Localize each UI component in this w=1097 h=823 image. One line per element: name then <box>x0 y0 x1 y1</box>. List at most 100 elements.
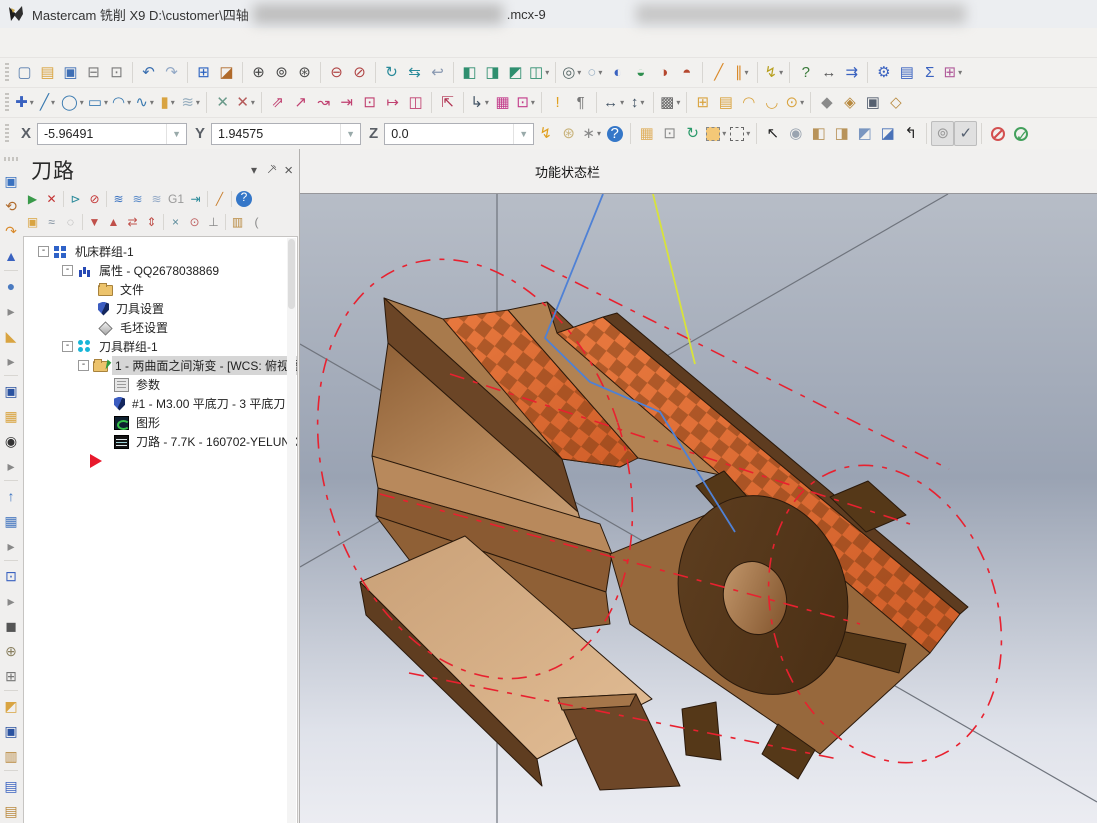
strip-book-blue-button[interactable]: ▤ <box>0 773 23 798</box>
strip-expand-3[interactable]: ▸ <box>0 453 23 478</box>
zoom-out-half-button[interactable]: ⊘ <box>348 60 371 85</box>
dim-horizontal-button[interactable]: ↔ ▾ <box>601 90 626 115</box>
pin-icon[interactable]: ⍑ <box>263 162 279 178</box>
strip-gnomon-button[interactable]: ▲ <box>0 243 23 268</box>
strip-expand-5[interactable]: ▸ <box>0 588 23 613</box>
tree-row-tool[interactable]: #1 - M3.00 平底刀 - 3 平底刀 <box>24 394 297 413</box>
select-by-tool-button[interactable]: ⊳ <box>66 188 85 209</box>
strip-expand-2[interactable]: ▸ <box>0 348 23 373</box>
create-circle-button[interactable]: ◯ ▾ <box>59 90 86 115</box>
strip-sphere-button[interactable]: ● <box>0 273 23 298</box>
view-top-button[interactable]: ◧ <box>458 60 481 85</box>
surface-swept-button[interactable]: ◡ <box>760 90 783 115</box>
z-coordinate-input[interactable]: 0.0 ▼ <box>384 123 534 145</box>
zoom-target-button[interactable]: ⊚ <box>270 60 293 85</box>
directional-array-button[interactable]: ⊡ ▾ <box>514 90 537 115</box>
accept-button[interactable]: ✓ <box>1009 121 1032 146</box>
lock-operations-button[interactable]: ▣ <box>23 211 42 232</box>
x-coordinate-input[interactable]: -5.96491 ▼ <box>37 123 187 145</box>
tree-row-toolpath-file[interactable]: 刀路 - 7.7K - 160702-YELUNXIAO.I <box>24 432 297 451</box>
menu-edit[interactable] <box>48 39 70 47</box>
strip-redo-arc-button[interactable]: ↷ <box>0 218 23 243</box>
analyze-chain-button[interactable]: ⇉ <box>840 60 863 85</box>
clear-selection-button[interactable]: ↻ <box>681 121 704 146</box>
tool-display-button[interactable]: ⊥ <box>204 211 223 232</box>
axis-point-button[interactable]: ∗ ▾ <box>580 121 603 146</box>
menu-toolpaths[interactable] <box>224 39 246 47</box>
analyze-distance-button[interactable]: ↔ <box>817 60 840 85</box>
create-cylinder-button[interactable]: ▮ ▾ <box>156 90 179 115</box>
strip-cube-amber-button[interactable]: ▦ <box>0 403 23 428</box>
solid-fillet-button[interactable]: ◆ <box>815 90 838 115</box>
strip-plane-1-button[interactable]: ◣ <box>0 323 23 348</box>
verify-selected-button[interactable]: ≋ <box>128 188 147 209</box>
gview-button[interactable]: ◎ ▾ <box>560 60 583 85</box>
solid-draft-button[interactable]: ◇ <box>884 90 907 115</box>
xform-scale-button[interactable]: ⊡ <box>358 90 381 115</box>
tree-expand-toggle[interactable]: - <box>38 246 49 257</box>
solid-shell-button[interactable]: ◈ <box>838 90 861 115</box>
tree-row-files[interactable]: 文件 <box>24 280 297 299</box>
surface-lofted-button[interactable]: ▤ <box>714 90 737 115</box>
tree-row-properties[interactable]: -属性 - QQ2678038869 <box>24 261 297 280</box>
chevron-down-icon[interactable]: ▼ <box>166 124 186 144</box>
strip-expand-1[interactable]: ▸ <box>0 298 23 323</box>
tree-expand-toggle[interactable]: - <box>78 360 89 371</box>
surface-revolved-button[interactable]: ⊙ ▾ <box>783 90 806 115</box>
gears-settings-button[interactable]: ⊚ <box>931 121 954 146</box>
tree-row-toolpath-group[interactable]: -刀具群组-1 <box>24 337 297 356</box>
select-body-button[interactable]: ◨ <box>830 121 853 146</box>
select-method-button[interactable]: ▾ <box>728 121 752 146</box>
select-last-button[interactable]: ▦ <box>635 121 658 146</box>
hatch-button[interactable]: ▩ ▾ <box>658 90 682 115</box>
rotate-view-button[interactable]: ↻ <box>380 60 403 85</box>
surface-dome-button[interactable]: ◠ <box>737 90 760 115</box>
shaded-button[interactable]: ◒ <box>629 60 652 85</box>
trim-button[interactable]: ✕ <box>211 90 234 115</box>
tree-insert-position[interactable] <box>24 451 297 470</box>
strip-cube-blue-button[interactable]: ▣ <box>0 378 23 403</box>
shaded-wireframe-button[interactable]: ◐ <box>606 60 629 85</box>
strip-solid-button[interactable]: ▣ <box>0 718 23 743</box>
zoom-dynamic-button[interactable]: ⊛ <box>293 60 316 85</box>
menu-screen[interactable] <box>246 39 268 47</box>
run-addin-button[interactable]: ⚙ <box>872 60 895 85</box>
undo-button[interactable]: ↶ <box>137 60 160 85</box>
y-coordinate-input[interactable]: 1.94575 ▼ <box>211 123 361 145</box>
fence-button[interactable]: ▥ <box>228 211 247 232</box>
select-edge-button[interactable]: ◩ <box>853 121 876 146</box>
open-file-button[interactable]: ▤ <box>36 60 59 85</box>
solid-boolean-button[interactable]: ▣ <box>861 90 884 115</box>
view-iso-button[interactable]: ◫ ▾ <box>527 60 551 85</box>
viewport-canvas[interactable] <box>300 194 1097 823</box>
menu-create[interactable] <box>114 39 136 47</box>
tree-row-tool-settings[interactable]: 刀具设置 <box>24 299 297 318</box>
strip-cubes-button[interactable]: ▦ <box>0 508 23 533</box>
move-insert-button[interactable]: ⇄ <box>123 211 142 232</box>
panel-help-button[interactable]: ? <box>234 188 254 209</box>
divide-button[interactable]: ✕ ▾ <box>234 90 257 115</box>
save-button[interactable]: ▣ <box>59 60 82 85</box>
menu-settings[interactable] <box>268 39 290 47</box>
zoom-window-button[interactable]: ⊕ <box>247 60 270 85</box>
menu-analyze[interactable] <box>92 39 114 47</box>
validate-selection-button[interactable]: ✓ <box>954 121 977 146</box>
select-in-button[interactable]: ⊡ <box>658 121 681 146</box>
strip-magnify-button[interactable]: ⊕ <box>0 638 23 663</box>
send-machine-button[interactable]: ⇥ <box>186 188 205 209</box>
toggle-ghost-button[interactable]: ◌ <box>61 211 80 232</box>
post-g1-button[interactable]: G1 <box>166 188 186 209</box>
xform-copy-button[interactable]: ↗ <box>289 90 312 115</box>
move-up-button[interactable]: ▲ <box>104 211 123 232</box>
new-file-button[interactable]: ▢ <box>13 60 36 85</box>
paren-button[interactable]: ( <box>247 211 266 232</box>
create-fillet-button[interactable]: ◠ ▾ <box>110 90 133 115</box>
autocursor-settings-button[interactable]: ⊛ <box>557 121 580 146</box>
view-front-button[interactable]: ◨ <box>481 60 504 85</box>
xform-mirror-button[interactable]: ◫ <box>404 90 427 115</box>
strip-expand-4[interactable]: ▸ <box>0 533 23 558</box>
dim-vertical-button[interactable]: ↕ ▾ <box>626 90 649 115</box>
graphics-viewport[interactable] <box>300 194 1097 823</box>
set-attributes-button[interactable]: ↯ ▾ <box>762 60 785 85</box>
xform-dynamic-button[interactable]: ↝ <box>312 90 335 115</box>
